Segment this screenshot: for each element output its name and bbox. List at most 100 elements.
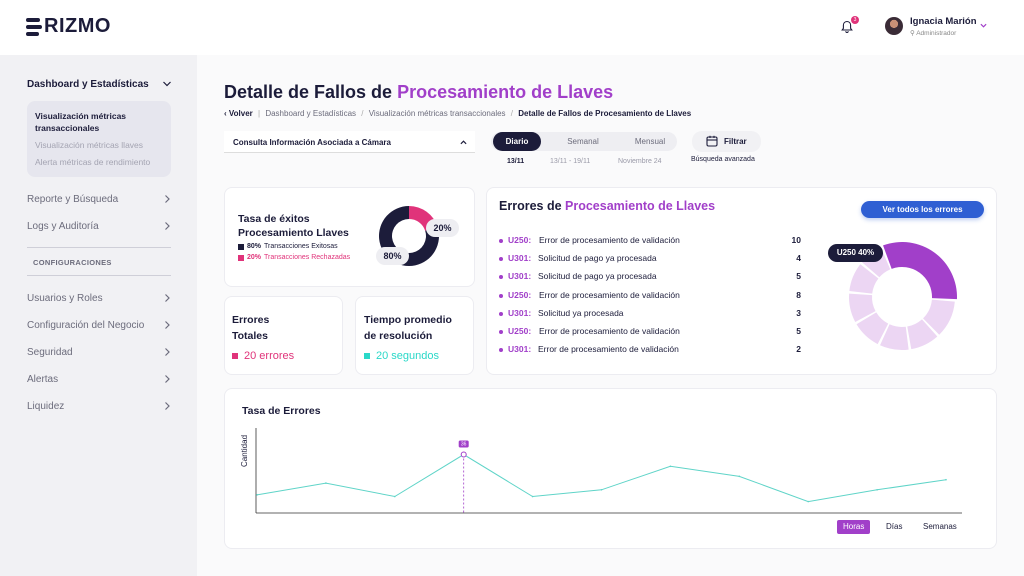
brand-name: RIZMO [44, 15, 111, 37]
period-weekly-date: 13/11 - 19/11 [550, 158, 591, 165]
error-row[interactable]: U250: Error de procesamiento de validació… [499, 326, 801, 338]
sidebar-item-logs[interactable]: Logs y Auditoría [27, 221, 99, 232]
back-link[interactable]: ‹ Volver [224, 109, 253, 118]
error-count: 2 [796, 344, 801, 355]
chevron-down-icon[interactable] [980, 22, 987, 29]
sidebar-item-alerts[interactable]: Alertas [27, 374, 58, 385]
error-count: 5 [796, 271, 801, 282]
error-code: U301: [508, 307, 532, 318]
error-row[interactable]: U301: Solicitud de pago ya procesada 4 [499, 253, 801, 265]
error-description: Error de procesamiento de validación [539, 326, 680, 336]
reject-pct-bubble: 20% [426, 219, 459, 237]
period-monthly-date: Noviembre 24 [618, 158, 662, 165]
camera-select[interactable]: Consulta Información Asociada a Cámara [224, 131, 475, 153]
error-code: U301: [508, 253, 532, 264]
error-code: U250: [508, 289, 532, 300]
view-all-errors-button[interactable]: Ver todos los errores [861, 201, 984, 218]
data-point[interactable] [876, 489, 878, 491]
data-point[interactable] [945, 478, 947, 481]
chevron-right-icon[interactable] [163, 222, 171, 230]
chevron-right-icon[interactable] [163, 321, 171, 329]
data-point[interactable] [460, 451, 467, 458]
period-selector: Diario Semanal Mensual [491, 132, 677, 151]
data-point[interactable] [738, 475, 741, 478]
donut-slice-highlight [883, 242, 957, 300]
sidebar-item-liquidity[interactable]: Liquidez [27, 401, 64, 412]
success-pct-bubble: 80% [376, 247, 409, 265]
resolution-time-value: 20 segundos [364, 350, 439, 362]
sidebar-divider [27, 275, 171, 276]
user-role: ⚲ Administrador [910, 30, 957, 37]
error-description: Solicitud de pago ya procesada [538, 271, 657, 282]
error-rate-line-chart: 36 [255, 428, 962, 514]
error-count: 5 [796, 326, 801, 336]
chevron-right-icon[interactable] [163, 402, 171, 410]
breadcrumb-item[interactable]: Dashboard y Estadísticas [265, 109, 356, 118]
chevron-down-icon[interactable] [163, 80, 171, 88]
chevron-right-icon[interactable] [163, 375, 171, 383]
success-rate-title: Tasa de éxitos Procesamiento Llaves [238, 213, 349, 239]
period-monthly-button[interactable]: Mensual [619, 132, 681, 151]
range-hours-button[interactable]: Horas [837, 520, 871, 534]
dashboard-submenu: Visualización métricas transaccionales V… [27, 101, 171, 177]
error-code: U250: [508, 235, 532, 245]
error-count: 10 [791, 235, 801, 245]
bullet-icon [499, 311, 503, 316]
total-errors-title: Errores Totales [232, 314, 270, 342]
brand-logo[interactable]: RIZMO [26, 15, 111, 38]
total-errors-value: 20 errores [232, 350, 294, 362]
sidebar-item-dashboard[interactable]: Dashboard y Estadísticas [27, 79, 149, 90]
error-description: Error de procesamiento de validación [539, 235, 680, 245]
user-name: Ignacia Marión [910, 16, 977, 27]
data-point[interactable] [807, 500, 809, 503]
error-rate-title: Tasa de Errores [242, 405, 321, 417]
bullet-icon [499, 348, 503, 353]
legend-reject-swatch [238, 254, 244, 261]
submenu-item-keys-metrics[interactable]: Visualización métricas llaves [35, 140, 143, 150]
breadcrumb: ‹ Volver | Dashboard y Estadísticas / Vi… [224, 109, 692, 118]
bullet-icon [499, 330, 503, 334]
sidebar-item-reports[interactable]: Reporte y Búsqueda [27, 194, 118, 205]
sidebar-item-users[interactable]: Usuarios y Roles [27, 293, 103, 304]
highlight-bubble: U250 40% [828, 244, 883, 262]
data-point[interactable] [256, 494, 258, 496]
error-code: U301: [508, 271, 532, 282]
period-weekly-button[interactable]: Semanal [552, 132, 614, 151]
legend-reject: 20% Transacciones Rechazadas [238, 254, 350, 261]
bullet-icon [499, 293, 503, 298]
data-point[interactable] [531, 495, 534, 498]
notification-badge: 3 [851, 16, 859, 24]
error-row[interactable]: U250: Error de procesamiento de validació… [499, 235, 801, 247]
advanced-search-link[interactable]: Búsqueda avanzada [691, 156, 755, 163]
submenu-item-performance-alerts[interactable]: Alerta métricas de rendimiento [35, 157, 150, 167]
chevron-right-icon[interactable] [163, 348, 171, 356]
error-row[interactable]: U250: Error de procesamiento de validació… [499, 290, 801, 302]
page-title: Detalle de Fallos de Procesamiento de Ll… [224, 82, 614, 102]
data-point[interactable] [325, 482, 327, 484]
data-point[interactable] [600, 489, 603, 491]
submenu-item-transactional-metrics[interactable]: Visualización métricas transaccionales [35, 110, 165, 134]
logo-mark-icon [26, 16, 42, 38]
period-daily-button[interactable]: Diario [493, 132, 541, 151]
breadcrumb-item[interactable]: Visualización métricas transaccionales [369, 109, 506, 118]
error-description: Error de procesamiento de validación [539, 289, 680, 300]
sidebar-item-business-config[interactable]: Configuración del Negocio [27, 320, 144, 331]
chevron-right-icon[interactable] [163, 294, 171, 302]
data-point[interactable] [394, 495, 396, 498]
resolution-time-title: Tiempo promedio de resolución [364, 314, 452, 342]
error-row[interactable]: U301: Error de procesamiento de validació… [499, 344, 801, 356]
filter-button[interactable]: Filtrar [692, 131, 761, 152]
range-days-button[interactable]: Días [886, 520, 902, 534]
sidebar-item-security[interactable]: Seguridad [27, 347, 73, 358]
chevron-up-icon [460, 140, 467, 145]
avatar[interactable] [885, 17, 903, 35]
sidebar-divider [27, 247, 171, 248]
range-weeks-button[interactable]: Semanas [923, 520, 957, 534]
error-count: 8 [796, 289, 801, 300]
error-row[interactable]: U301: Solicitud de pago ya procesada 5 [499, 271, 801, 283]
error-row[interactable]: U301: Solicitud ya procesada 3 [499, 308, 801, 320]
error-count: 3 [796, 307, 801, 318]
data-point[interactable] [669, 465, 672, 468]
breadcrumb-current: Detalle de Fallos de Procesamiento de Ll… [518, 109, 692, 118]
chevron-right-icon[interactable] [163, 195, 171, 203]
